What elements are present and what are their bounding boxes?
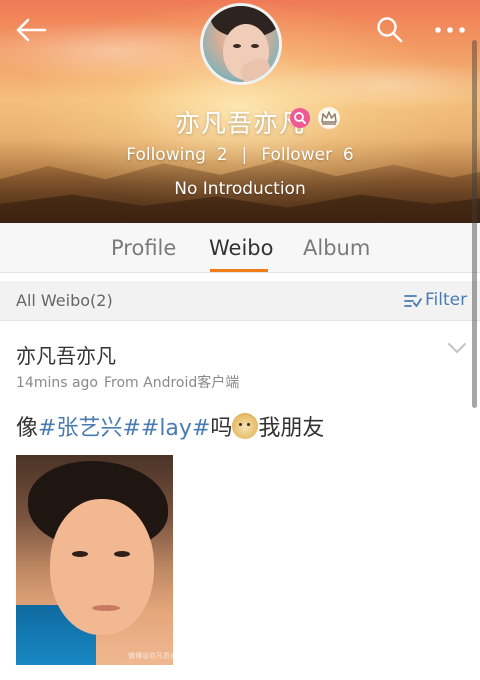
- tab-profile[interactable]: Profile: [111, 236, 176, 260]
- search-icon: [377, 17, 403, 43]
- crown-badge-icon[interactable]: [318, 107, 340, 129]
- header-cloud: [260, 60, 480, 110]
- post-options-button[interactable]: [446, 340, 468, 356]
- post-photo[interactable]: 微博@亦凡吾亦凡: [16, 455, 173, 665]
- hashtag-link[interactable]: #张艺兴#: [38, 416, 141, 441]
- post-source: From Android客户端: [104, 375, 240, 391]
- post-time: 14mins ago: [16, 375, 98, 391]
- follow-stats: Following 2 | Follower 6: [0, 145, 480, 169]
- stats-separator: |: [241, 145, 248, 165]
- profile-introduction: No Introduction: [174, 179, 306, 199]
- following-stat[interactable]: Following 2: [126, 145, 227, 165]
- tab-album[interactable]: Album: [303, 236, 370, 260]
- avatar[interactable]: [200, 3, 282, 85]
- weibo-filter-bar: All Weibo(2) Filter: [0, 281, 480, 321]
- verified-search-badge-icon[interactable]: [290, 108, 310, 128]
- search-button[interactable]: [376, 16, 404, 44]
- profile-tabs: Profile Weibo Album: [0, 223, 480, 273]
- more-dots-icon: [435, 27, 465, 33]
- post-text: 像#张艺兴##lay#吗 我朋友: [16, 410, 324, 442]
- active-tab-indicator: [210, 269, 268, 272]
- all-weibo-count: All Weibo(2): [16, 291, 113, 310]
- weibo-post: 亦凡吾亦凡 14mins ago From Android客户端 像#张艺兴##l…: [0, 322, 480, 680]
- filter-icon: [404, 295, 422, 307]
- photo-watermark: 微博@亦凡吾亦凡: [128, 652, 173, 660]
- hashtag-link[interactable]: #lay#: [141, 416, 210, 441]
- doge-emoji-icon: [232, 413, 259, 439]
- follower-stat[interactable]: Follower 6: [261, 145, 353, 165]
- chevron-down-icon: [448, 343, 466, 353]
- back-arrow-icon: [16, 18, 47, 42]
- more-options-button[interactable]: [432, 16, 468, 44]
- tab-weibo[interactable]: Weibo: [209, 236, 273, 260]
- profile-username: 亦凡吾亦凡: [174, 109, 305, 138]
- post-author[interactable]: 亦凡吾亦凡: [16, 340, 116, 369]
- back-button[interactable]: [14, 16, 48, 44]
- post-meta: 14mins ago From Android客户端: [16, 372, 239, 392]
- scrollbar[interactable]: [472, 40, 477, 408]
